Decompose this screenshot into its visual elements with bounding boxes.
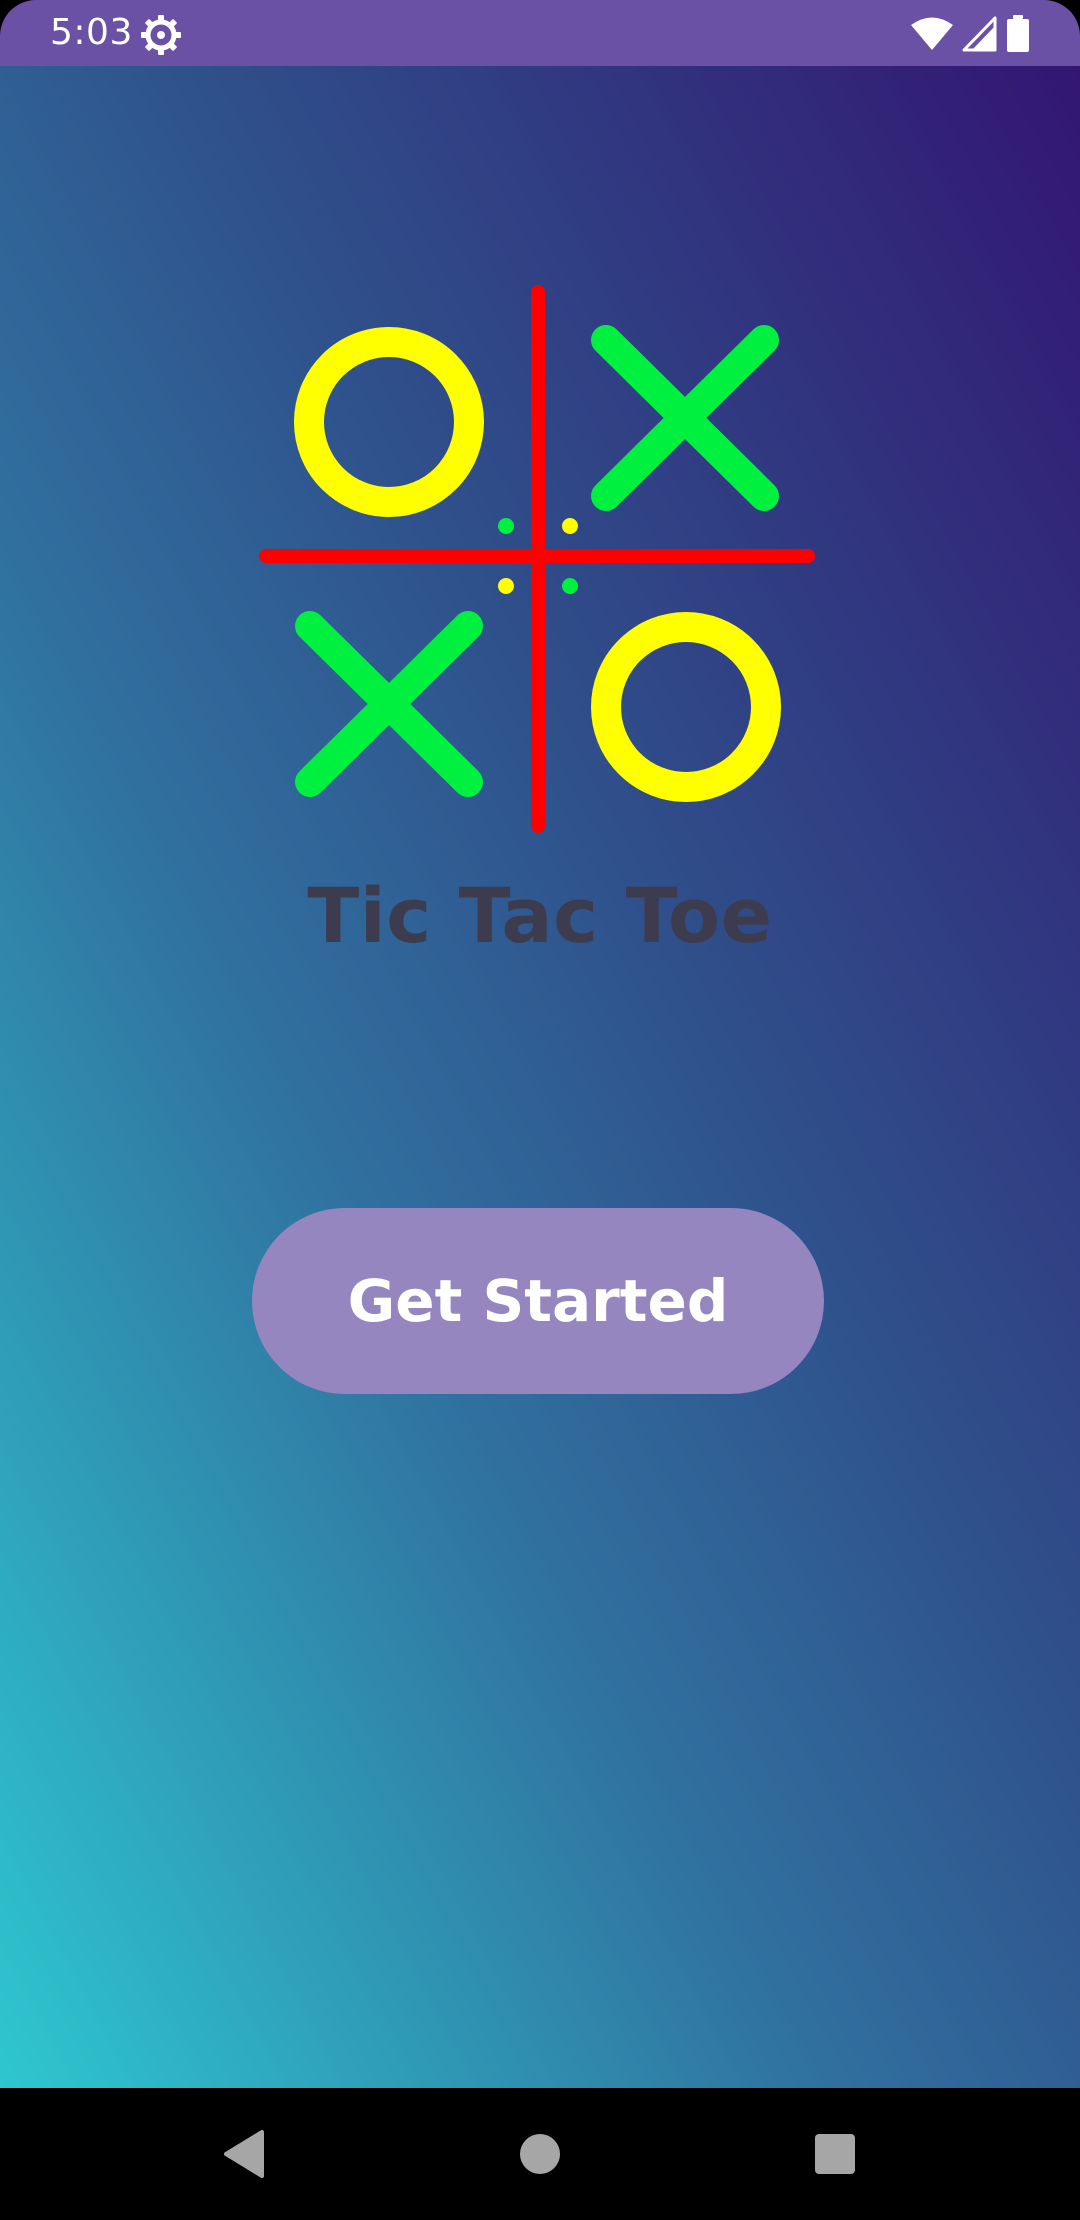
home-icon xyxy=(520,2134,560,2174)
logo-dot xyxy=(498,518,514,534)
logo-o-mark xyxy=(294,327,484,517)
get-started-button[interactable]: Get Started xyxy=(252,1208,824,1394)
home-button[interactable] xyxy=(460,2088,620,2220)
battery-icon xyxy=(1007,15,1029,52)
tic-tac-toe-logo xyxy=(259,285,815,833)
wifi-icon xyxy=(911,17,953,50)
app-title: Tic Tac Toe xyxy=(307,871,773,960)
status-bar: 5:03 xyxy=(0,0,1080,66)
logo-x-mark xyxy=(295,611,483,797)
logo-x-mark xyxy=(591,325,779,511)
logo-o-mark xyxy=(591,612,781,802)
settings-gear-icon xyxy=(141,15,181,55)
status-icons xyxy=(910,14,1030,54)
logo-dot xyxy=(562,578,578,594)
cell-signal-icon xyxy=(962,16,997,52)
app-screen: 5:03 Tic Tac Toe Get Started xyxy=(0,0,1080,2220)
recents-button[interactable] xyxy=(755,2088,915,2220)
status-time: 5:03 xyxy=(50,12,133,53)
main-content: Tic Tac Toe Get Started xyxy=(0,66,1080,2088)
navigation-bar xyxy=(0,2088,1080,2220)
back-button[interactable] xyxy=(164,2088,324,2220)
logo-dot xyxy=(498,578,514,594)
back-icon xyxy=(224,2130,264,2178)
recents-icon xyxy=(815,2134,855,2174)
logo-dot xyxy=(562,518,578,534)
